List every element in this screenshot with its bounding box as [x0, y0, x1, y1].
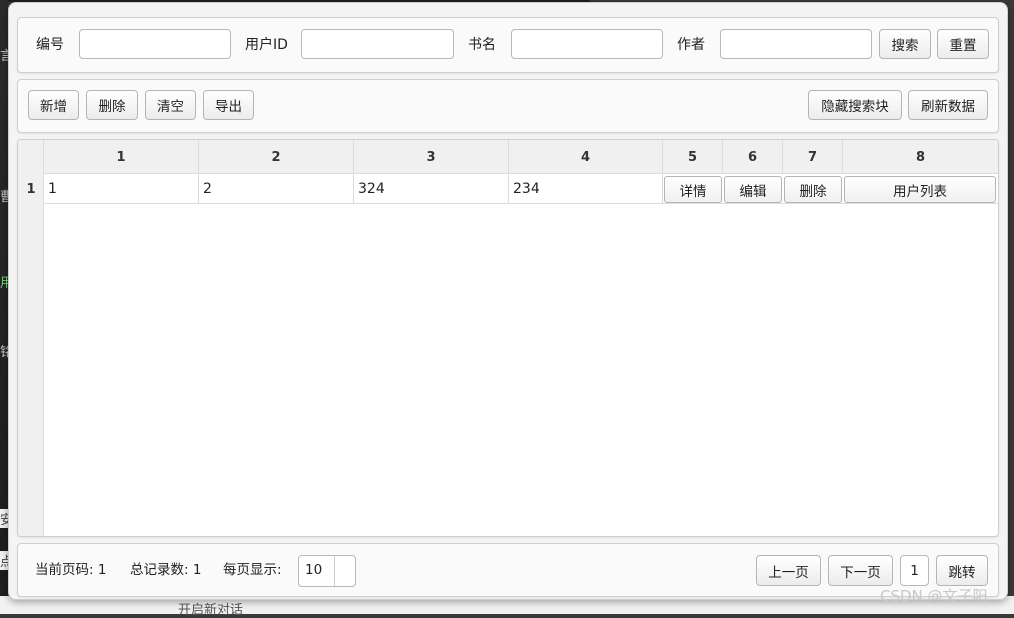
background-char: 言 — [0, 49, 8, 64]
csdn-watermark: CSDN @文子阳 — [880, 587, 988, 605]
row-delete-button[interactable]: 删除 — [784, 176, 842, 203]
background-char: 点 — [0, 551, 8, 570]
detail-button[interactable]: 详情 — [664, 176, 722, 203]
total-records-text: 总记录数: 1 — [130, 562, 202, 578]
field-label-id: 编号 — [36, 37, 64, 53]
author-input[interactable] — [720, 29, 872, 59]
toolbar-panel: 新增 删除 清空 导出 隐藏搜索块 刷新数据 — [17, 79, 999, 133]
add-button[interactable]: 新增 — [28, 90, 79, 120]
current-page-text: 当前页码: 1 — [35, 562, 107, 578]
field-label-author: 作者 — [677, 37, 705, 53]
column-header[interactable]: 6 — [723, 140, 783, 174]
table-cell[interactable]: 2 — [199, 174, 354, 204]
column-header[interactable]: 8 — [843, 140, 998, 174]
column-header[interactable]: 5 — [663, 140, 723, 174]
jump-button[interactable]: 跳转 — [936, 555, 988, 586]
background-char: 用 — [0, 276, 8, 291]
table-cell[interactable]: 234 — [509, 174, 663, 204]
field-label-book-name: 书名 — [468, 37, 496, 53]
background-left-strip: 言 曹 用 铭 安 点 — [0, 0, 8, 614]
background-char: 安 — [0, 509, 8, 528]
column-header[interactable]: 4 — [509, 140, 663, 174]
page-size-value: 10 — [305, 562, 323, 578]
reset-button[interactable]: 重置 — [937, 29, 989, 59]
search-panel: 编号 用户ID 书名 作者 搜索 重置 — [17, 17, 999, 73]
background-new-chat-text: 开启新对话 — [178, 603, 244, 618]
pagination-panel: 当前页码: 1 总记录数: 1 每页显示: 10 上一页 下一页 1 跳转 — [17, 543, 999, 597]
background-char: 铭 — [0, 345, 8, 360]
id-input[interactable] — [79, 29, 231, 59]
clear-button[interactable]: 清空 — [145, 90, 196, 120]
prev-page-button[interactable]: 上一页 — [756, 555, 821, 586]
dialog-window: 编号 用户ID 书名 作者 搜索 重置 新增 删除 清空 导出 隐藏搜索块 刷新… — [8, 2, 1008, 600]
search-button[interactable]: 搜索 — [879, 29, 931, 59]
page-size-select[interactable]: 10 — [298, 555, 356, 587]
background-char: 曹 — [0, 190, 8, 205]
row-number: 1 — [26, 181, 36, 197]
column-header[interactable]: 2 — [199, 140, 354, 174]
page-size-label: 每页显示: — [223, 562, 282, 578]
table-cell[interactable]: 324 — [354, 174, 509, 204]
hide-search-button[interactable]: 隐藏搜索块 — [808, 90, 902, 120]
book-name-input[interactable] — [511, 29, 663, 59]
edit-button[interactable]: 编辑 — [724, 176, 782, 203]
field-label-user-id: 用户ID — [245, 37, 288, 53]
jump-page-input[interactable]: 1 — [900, 555, 929, 586]
refresh-data-button[interactable]: 刷新数据 — [908, 90, 988, 120]
data-grid: 1 2 3 4 5 6 7 8 1 1 2 324 234 详情 编辑 删除 用… — [17, 139, 999, 537]
spinner-divider — [334, 556, 335, 586]
user-list-button[interactable]: 用户列表 — [844, 176, 996, 203]
user-id-input[interactable] — [301, 29, 454, 59]
table-cell[interactable]: 1 — [44, 174, 199, 204]
export-button[interactable]: 导出 — [203, 90, 254, 120]
next-page-button[interactable]: 下一页 — [828, 555, 893, 586]
delete-button[interactable]: 删除 — [86, 90, 138, 120]
column-header[interactable]: 7 — [783, 140, 843, 174]
column-header[interactable]: 3 — [354, 140, 509, 174]
column-header[interactable]: 1 — [44, 140, 199, 174]
